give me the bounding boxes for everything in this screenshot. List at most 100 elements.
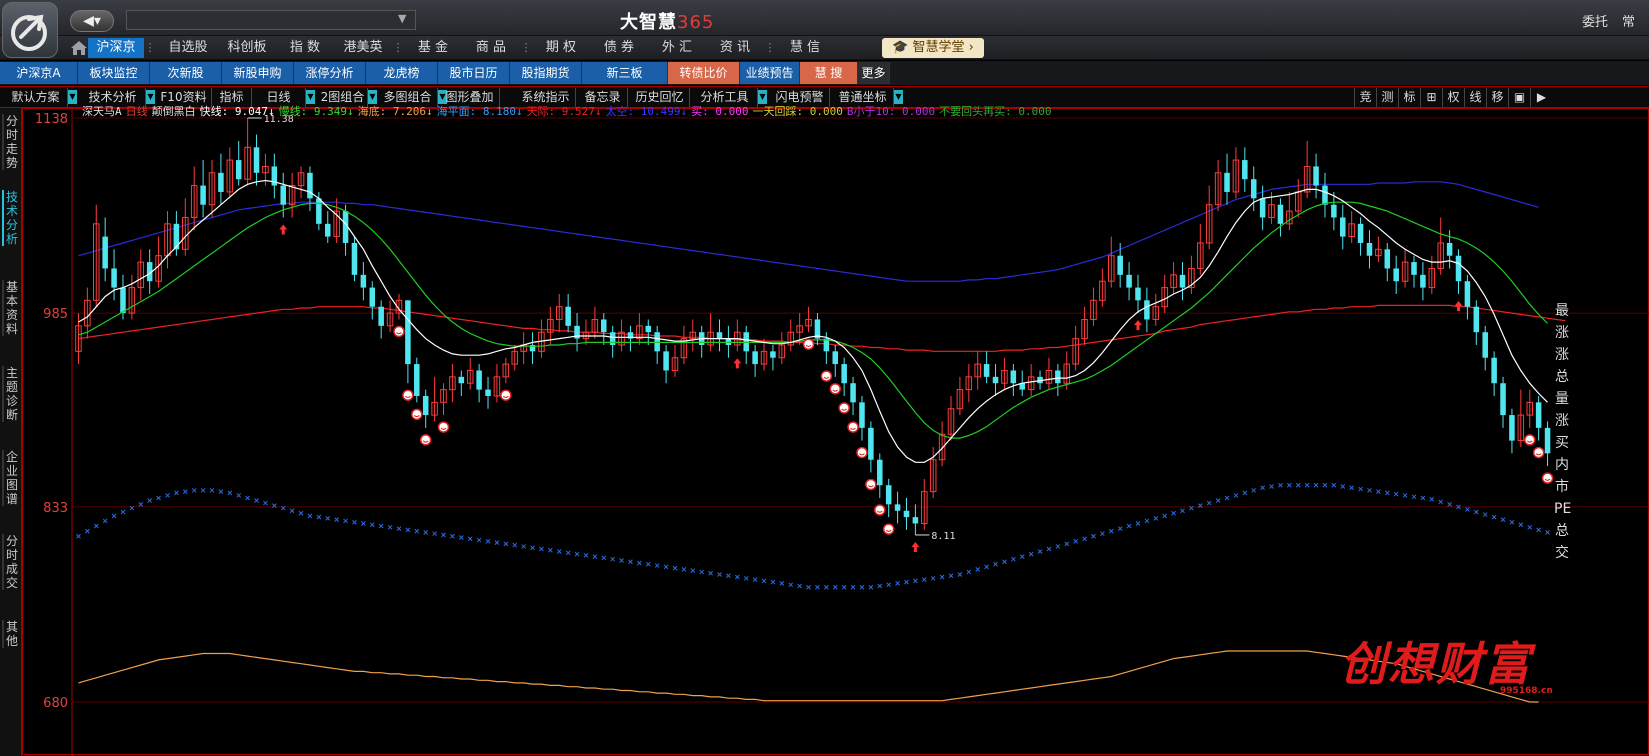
subnav-item-3[interactable]: 新股申购 bbox=[222, 62, 294, 84]
candle-down bbox=[609, 332, 616, 345]
toolbar-dropdown-icon[interactable]: ▼ bbox=[368, 90, 377, 104]
toolbar-right-8[interactable]: ▶ bbox=[1530, 88, 1552, 107]
toolbar-right-5[interactable]: 线 bbox=[1464, 88, 1486, 107]
sea-marker bbox=[708, 570, 713, 576]
sea-marker bbox=[369, 522, 375, 528]
toolbar-right-4[interactable]: 权 bbox=[1442, 88, 1464, 107]
legend-item-1: 日线 bbox=[125, 105, 148, 118]
toolbar-right-0[interactable]: 竞 bbox=[1354, 88, 1376, 107]
sea-marker bbox=[601, 555, 607, 561]
nav-more-icon[interactable]: ⋮ bbox=[520, 38, 532, 58]
subnav-item-4[interactable]: 涨停分析 bbox=[294, 62, 366, 84]
nav-tab-2[interactable]: 科创板 bbox=[218, 38, 276, 58]
left-tab-2[interactable]: 基本资料 bbox=[2, 280, 20, 336]
left-tab-3[interactable]: 主题诊断 bbox=[2, 366, 20, 422]
toolbar-dropdown-icon[interactable]: ▼ bbox=[306, 90, 315, 104]
sea-marker bbox=[387, 524, 393, 530]
subnav-item-2[interactable]: 次新股 bbox=[150, 62, 222, 84]
home-icon[interactable] bbox=[68, 39, 90, 57]
subnav-item-5[interactable]: 龙虎榜 bbox=[366, 62, 438, 84]
toolbar-dropdown-icon[interactable]: ▼ bbox=[68, 90, 77, 104]
subnav-item-6[interactable]: 股市日历 bbox=[438, 62, 510, 84]
subnav-item-10[interactable]: 业绩预告 bbox=[740, 62, 800, 84]
sea-marker bbox=[681, 567, 687, 572]
candle-down bbox=[752, 351, 758, 365]
nav-tab-4[interactable]: 港美英 bbox=[334, 38, 392, 58]
toolbar-dropdown-icon[interactable]: ▼ bbox=[894, 90, 903, 104]
nav-tab-9[interactable]: 外 汇 bbox=[648, 38, 706, 58]
candle-down bbox=[200, 185, 206, 205]
subnav-item-0[interactable]: 沪深京A bbox=[0, 62, 78, 84]
sea-marker bbox=[788, 582, 794, 588]
left-tab-4[interactable]: 企业图谱 bbox=[2, 450, 20, 506]
toolbar-right-3[interactable]: ⊞ bbox=[1420, 88, 1442, 107]
sea-marker bbox=[841, 584, 847, 590]
toolbar-item-0[interactable]: 默认方案 bbox=[4, 88, 68, 107]
nav-tab-10[interactable]: 资 讯 bbox=[706, 38, 764, 58]
legend-item-7: 天际: 9.527↓ bbox=[526, 105, 602, 118]
sea-marker bbox=[565, 550, 571, 556]
sea-marker bbox=[637, 560, 642, 566]
candle-down bbox=[1420, 274, 1426, 288]
toolbar-right-7[interactable]: ▣ bbox=[1508, 88, 1530, 107]
subnav-item-12[interactable]: 更多 bbox=[858, 62, 890, 84]
nav-tab-1[interactable]: 自选股 bbox=[158, 38, 218, 58]
toolbar-right-2[interactable]: 标 bbox=[1398, 88, 1420, 107]
sea-marker bbox=[1269, 484, 1274, 489]
left-tab-0[interactable]: 分时走势 bbox=[2, 114, 20, 170]
toolbar-dropdown-icon[interactable]: ▼ bbox=[146, 90, 155, 104]
left-tab-5[interactable]: 分时成交 bbox=[2, 534, 20, 590]
sea-marker bbox=[734, 574, 740, 580]
common-link[interactable]: 常 bbox=[1622, 15, 1635, 30]
nav-tab-3[interactable]: 指 数 bbox=[276, 38, 334, 58]
sea-marker bbox=[1447, 502, 1452, 507]
buy-arrow-icon bbox=[911, 541, 920, 552]
sea-marker bbox=[467, 536, 473, 542]
toolbar-right-1[interactable]: 测 bbox=[1376, 88, 1398, 107]
sea-marker bbox=[1286, 482, 1292, 488]
subnav-item-7[interactable]: 股指期货 bbox=[510, 62, 582, 84]
sea-marker bbox=[1509, 519, 1515, 525]
candle-down bbox=[351, 242, 358, 275]
legend-item-12: 不要回头再买: 0.000 bbox=[939, 105, 1052, 118]
sea-marker bbox=[1251, 487, 1257, 493]
sea-marker bbox=[316, 514, 322, 520]
candle-down bbox=[868, 427, 874, 460]
entrust-link[interactable]: 委托 bbox=[1582, 15, 1608, 30]
nav-tab-7[interactable]: 期 权 bbox=[532, 38, 590, 58]
nav-tab-11[interactable]: 慧 信 bbox=[776, 38, 834, 58]
app-logo-icon[interactable] bbox=[2, 2, 58, 58]
nav-more-icon[interactable]: ⋮ bbox=[144, 38, 156, 58]
candle-down bbox=[645, 325, 652, 333]
subnav-item-11[interactable]: 慧 搜 bbox=[800, 62, 858, 84]
sea-marker bbox=[1384, 490, 1390, 496]
nav-tab-8[interactable]: 债 券 bbox=[590, 38, 648, 58]
nav-tab-0[interactable]: 沪深京 bbox=[88, 38, 144, 58]
sea-marker bbox=[476, 537, 482, 543]
toolbar-right-6[interactable]: 移 bbox=[1486, 88, 1508, 107]
legend-item-6: 海平面: 8.180↓ bbox=[436, 105, 523, 118]
quote-label-7: 内 bbox=[1555, 457, 1569, 473]
candle-down bbox=[1393, 268, 1399, 282]
subnav-item-9[interactable]: 转债比价 bbox=[668, 62, 740, 84]
back-button[interactable]: ◀▾ bbox=[70, 10, 114, 32]
nav-more-icon[interactable]: ⋮ bbox=[392, 38, 404, 58]
sea-marker bbox=[1073, 538, 1079, 544]
sea-marker bbox=[1162, 513, 1168, 519]
search-input[interactable] bbox=[126, 10, 416, 30]
candle-down bbox=[903, 510, 910, 518]
nav-more-icon[interactable]: ⋮ bbox=[764, 38, 776, 58]
subnav-item-8[interactable]: 新三板 bbox=[582, 62, 668, 84]
academy-button[interactable]: 🎓 智慧学堂 › bbox=[882, 38, 984, 58]
left-tab-6[interactable]: 其他 bbox=[2, 620, 20, 648]
toolbar-dropdown-icon[interactable]: ▼ bbox=[758, 90, 767, 104]
search-dropdown-icon[interactable]: ▼ bbox=[398, 12, 406, 25]
subnav-item-1[interactable]: 板块监控 bbox=[78, 62, 150, 84]
nav-tab-5[interactable]: 基 金 bbox=[404, 38, 462, 58]
sea-marker bbox=[334, 517, 340, 523]
sea-marker bbox=[904, 579, 909, 585]
quote-label-5: 涨 bbox=[1555, 413, 1569, 429]
watermark-logo: 创想财富 bbox=[1340, 637, 1532, 691]
nav-tab-6[interactable]: 商 品 bbox=[462, 38, 520, 58]
left-tab-1[interactable]: 技术分析 bbox=[2, 190, 20, 246]
